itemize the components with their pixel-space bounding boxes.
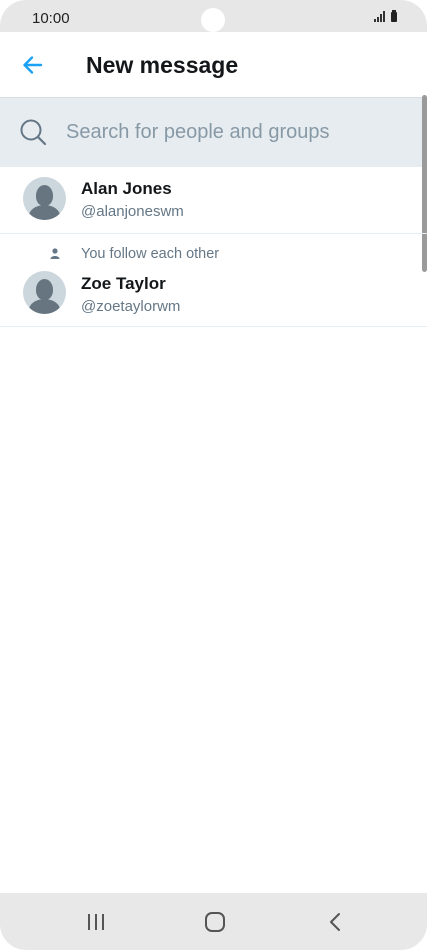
system-nav-bar <box>0 893 427 950</box>
status-icons <box>374 10 397 22</box>
signal-icon <box>374 11 385 22</box>
home-button[interactable] <box>201 909 229 935</box>
contact-list: Alan Jones @alanjoneswm You follow each … <box>0 166 427 327</box>
contact-handle: @zoetaylorwm <box>81 298 181 315</box>
contact-name: Alan Jones <box>81 179 172 198</box>
status-bar: 10:00 <box>0 0 427 32</box>
social-context: You follow each other <box>0 245 427 263</box>
default-avatar-icon <box>23 177 66 220</box>
contact-handle: @alanjoneswm <box>81 203 184 220</box>
status-time: 10:00 <box>32 10 70 27</box>
arrow-left-icon <box>23 56 43 74</box>
back-chevron-icon <box>330 913 340 931</box>
recents-button[interactable] <box>83 909 111 935</box>
social-context-text: You follow each other <box>81 246 220 262</box>
home-icon <box>205 912 225 932</box>
camera-cutout <box>201 8 225 32</box>
back-button[interactable] <box>20 52 46 78</box>
contact-row-zoe-taylor[interactable]: You follow each other Zoe Taylor @zoetay… <box>0 234 427 327</box>
contact-row-alan-jones[interactable]: Alan Jones @alanjoneswm <box>0 166 427 234</box>
person-icon <box>50 248 60 259</box>
search-bar[interactable] <box>0 97 427 167</box>
system-back-button[interactable] <box>322 909 350 935</box>
page-title: New message <box>86 52 239 78</box>
recent-apps-icon <box>88 914 104 930</box>
header: New message <box>0 32 427 97</box>
search-input[interactable] <box>66 114 406 150</box>
search-icon <box>20 119 47 146</box>
battery-icon <box>391 10 397 22</box>
contact-name: Zoe Taylor <box>81 274 166 293</box>
default-avatar-icon <box>23 271 66 314</box>
